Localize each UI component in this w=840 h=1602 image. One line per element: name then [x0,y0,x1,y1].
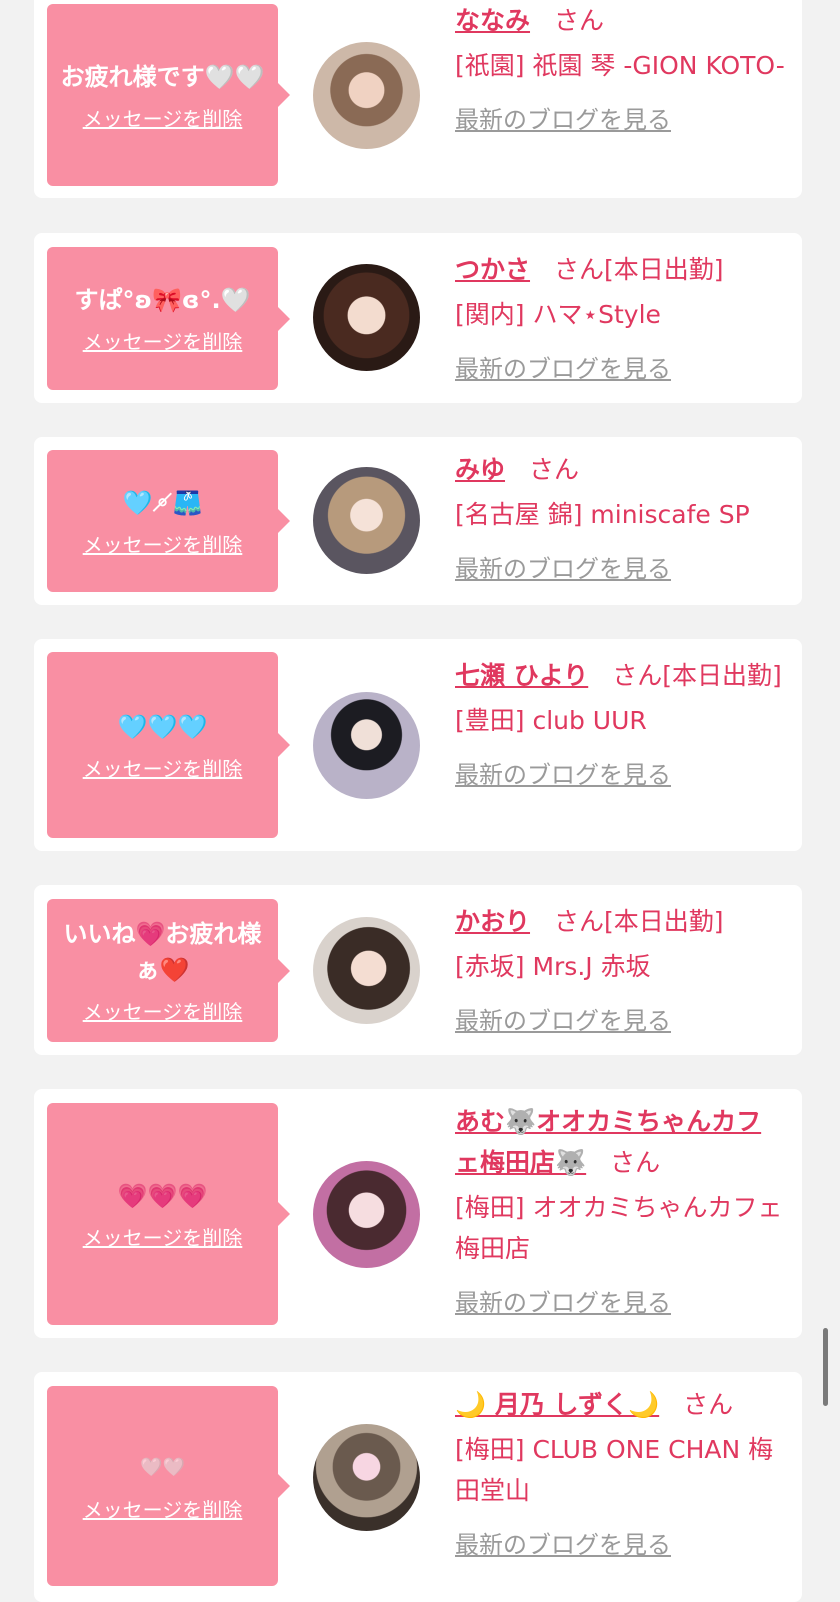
avatar[interactable] [313,1161,420,1268]
delete-message-button[interactable]: メッセージを削除 [83,753,243,782]
status-badge: [本日出勤] [662,661,782,690]
cast-info: 🌙 月乃 しずく🌙 さん [梅田] CLUB ONE CHAN 梅田堂山 最新のブ… [455,1384,785,1566]
status-badge: [本日出勤] [604,907,724,936]
avatar[interactable] [313,917,420,1024]
honorific: さん [610,1148,661,1177]
message-card: 🩵⚬̸🩳 メッセージを削除 みゆ さん [名古屋 錦] miniscafe SP … [34,437,802,605]
cast-info: つかさ さん[本日出勤] [関内] ハマ⋆Style 最新のブログを見る [455,249,785,390]
cast-name-link[interactable]: つかさ [455,255,530,284]
honorific: さん [529,455,580,484]
cast-name-link[interactable]: あむ🐺オオカミちゃんカフェ梅田店🐺 [455,1107,761,1177]
shop-name: [祇園] 祇園 琴 -GION KOTO- [455,51,785,80]
message-bubble: 🩵🩵🩵 メッセージを削除 [47,652,290,838]
cast-name-link[interactable]: 🌙 月乃 しずく🌙 [455,1390,659,1419]
latest-blog-link[interactable]: 最新のブログを見る [455,549,671,590]
cast-info: ななみ さん [祇園] 祇園 琴 -GION KOTO- 最新のブログを見る [455,0,785,141]
cast-info: 七瀬 ひより さん[本日出勤] [豊田] club UUR 最新のブログを見る [455,655,785,796]
message-bubble: 🩵⚬̸🩳 メッセージを削除 [47,450,290,592]
message-text: 💗💗💗 [117,1181,208,1210]
delete-message-button[interactable]: メッセージを削除 [83,326,243,355]
latest-blog-link[interactable]: 最新のブログを見る [455,755,671,796]
message-text: 🤍🤍 [140,1456,185,1478]
cast-name-link[interactable]: かおり [455,907,530,936]
shop-name: [梅田] CLUB ONE CHAN 梅田堂山 [455,1435,774,1505]
delete-message-button[interactable]: メッセージを削除 [83,529,243,558]
honorific: さん [612,661,663,690]
avatar[interactable] [313,1424,420,1531]
avatar[interactable] [313,42,420,149]
avatar[interactable] [313,467,420,574]
shop-name: [梅田] オオカミちゃんカフェ梅田店 [455,1193,783,1263]
latest-blog-link[interactable]: 最新のブログを見る [455,1001,671,1042]
shop-name: [名古屋 錦] miniscafe SP [455,500,750,529]
message-text: 🩵⚬̸🩳 [122,488,203,517]
latest-blog-link[interactable]: 最新のブログを見る [455,1283,671,1324]
message-bubble: いいね💗お疲れ様ぁ❤️ メッセージを削除 [47,899,290,1042]
cast-name-link[interactable]: ななみ [455,6,530,35]
avatar[interactable] [313,692,420,799]
honorific: さん [554,6,605,35]
message-bubble: 💗💗💗 メッセージを削除 [47,1103,290,1325]
cast-info: みゆ さん [名古屋 錦] miniscafe SP 最新のブログを見る [455,449,785,590]
message-text: お疲れ様です🤍🤍 [60,62,265,91]
latest-blog-link[interactable]: 最新のブログを見る [455,100,671,141]
message-text: すぱ°ʚ🎀ɞ°.🤍 [74,286,251,314]
scrollbar[interactable] [823,1328,828,1406]
delete-message-button[interactable]: メッセージを削除 [83,1494,243,1523]
message-bubble: 🤍🤍 メッセージを削除 [47,1386,290,1586]
honorific: さん [554,907,605,936]
message-card: 🤍🤍 メッセージを削除 🌙 月乃 しずく🌙 さん [梅田] CLUB ONE CH… [34,1372,802,1602]
message-card: 🩵🩵🩵 メッセージを削除 七瀬 ひより さん[本日出勤] [豊田] club UU… [34,639,802,851]
message-bubble: お疲れ様です🤍🤍 メッセージを削除 [47,4,290,186]
delete-message-button[interactable]: メッセージを削除 [83,1222,243,1251]
cast-info: かおり さん[本日出勤] [赤坂] Mrs.J 赤坂 最新のブログを見る [455,901,785,1042]
message-bubble: すぱ°ʚ🎀ɞ°.🤍 メッセージを削除 [47,247,290,390]
cast-info: あむ🐺オオカミちゃんカフェ梅田店🐺 さん [梅田] オオカミちゃんカフェ梅田店 最… [455,1101,785,1324]
honorific: さん [554,255,605,284]
message-text: いいね💗お疲れ様ぁ❤️ [63,920,262,984]
status-badge: [本日出勤] [604,255,724,284]
cast-name-link[interactable]: 七瀬 ひより [455,661,588,690]
latest-blog-link[interactable]: 最新のブログを見る [455,1525,671,1566]
shop-name: [豊田] club UUR [455,706,647,735]
latest-blog-link[interactable]: 最新のブログを見る [455,349,671,390]
message-text: 🩵🩵🩵 [117,712,208,741]
message-card: お疲れ様です🤍🤍 メッセージを削除 ななみ さん [祇園] 祇園 琴 -GION … [34,0,802,198]
cast-name-link[interactable]: みゆ [455,455,505,484]
shop-name: [赤坂] Mrs.J 赤坂 [455,952,651,981]
honorific: さん [683,1390,734,1419]
message-card: いいね💗お疲れ様ぁ❤️ メッセージを削除 かおり さん[本日出勤] [赤坂] Mr… [34,885,802,1055]
delete-message-button[interactable]: メッセージを削除 [83,996,243,1025]
message-card: 💗💗💗 メッセージを削除 あむ🐺オオカミちゃんカフェ梅田店🐺 さん [梅田] オオ… [34,1089,802,1338]
message-card: すぱ°ʚ🎀ɞ°.🤍 メッセージを削除 つかさ さん[本日出勤] [関内] ハマ⋆S… [34,233,802,403]
avatar[interactable] [313,264,420,371]
delete-message-button[interactable]: メッセージを削除 [83,103,243,132]
shop-name: [関内] ハマ⋆Style [455,300,661,329]
